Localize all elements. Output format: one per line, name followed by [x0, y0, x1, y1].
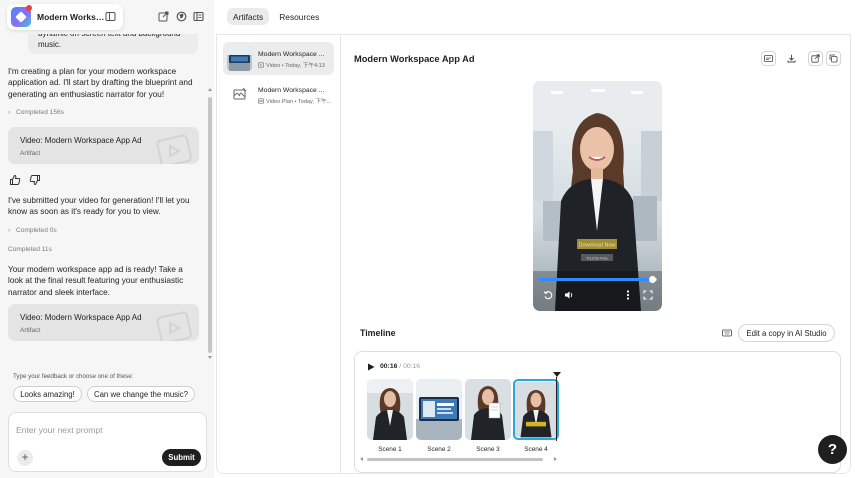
artifact-name: Modern Workspace ...	[258, 87, 325, 94]
keyboard-shortcuts-icon[interactable]	[720, 326, 734, 340]
scroll-up-arrow[interactable]	[208, 88, 212, 91]
help-button[interactable]: ?	[818, 435, 847, 464]
artifact-card-subtitle: Artifact	[20, 150, 41, 157]
scene-label: Scene 4	[524, 446, 548, 453]
artifact-meta: Video • Today, 下午4:13	[258, 61, 332, 69]
globe-icon[interactable]	[176, 11, 187, 22]
artifact-list: Modern Workspace ... Video • Today, 下午4:…	[216, 34, 341, 474]
video-player[interactable]: Download Now Try It for Free	[533, 81, 662, 311]
assistant-message: I'm creating a plan for your modern work…	[8, 67, 193, 99]
tab-resources[interactable]: Resources	[273, 8, 325, 25]
captions-button[interactable]	[761, 51, 776, 66]
scroll-thumb[interactable]	[208, 97, 212, 353]
prompt-input[interactable]	[16, 425, 166, 435]
artifact-item[interactable]: Modern Workspace ... Video Plan • Today,…	[223, 78, 334, 111]
tab-artifacts[interactable]: Artifacts	[227, 8, 270, 25]
volume-icon[interactable]	[564, 290, 574, 300]
viewer-title: Modern Workspace App Ad	[354, 54, 475, 64]
chat-history[interactable]: dynamic on-screen text and background mu…	[0, 34, 207, 358]
download-button[interactable]	[784, 51, 799, 66]
completed-status[interactable]: › Completed 156s	[8, 109, 64, 116]
playhead-line	[556, 377, 557, 441]
replay-icon[interactable]	[543, 290, 553, 300]
video-progress-knob[interactable]	[648, 276, 656, 283]
video-watermark-icon	[156, 134, 192, 164]
thumbs-up-icon[interactable]	[9, 174, 21, 186]
timeline-time: 00:16 / 00:16	[380, 363, 421, 370]
prompt-box: + Submit	[8, 412, 207, 472]
playhead-marker[interactable]	[553, 372, 561, 377]
video-frame: Download Now Try It for Free	[533, 81, 662, 311]
completed-status[interactable]: › Completed 0s	[8, 227, 57, 234]
video-icon	[258, 62, 264, 68]
artifact-card-subtitle: Artifact	[20, 327, 41, 334]
suggestion-chip[interactable]: Can we change the music?	[87, 386, 195, 402]
artifact-card[interactable]: Video: Modern Workspace App Ad Artifact	[8, 304, 199, 341]
artifact-card-title: Video: Modern Workspace App Ad	[20, 313, 142, 322]
layout-panel-icon[interactable]	[193, 11, 204, 22]
chevron-right-icon: ›	[8, 109, 11, 116]
scroll-down-arrow[interactable]	[208, 356, 212, 359]
svg-text:Try It for Free: Try It for Free	[586, 257, 607, 261]
copy-icon	[829, 54, 838, 63]
timeline-scroll-left-arrow[interactable]	[360, 457, 363, 461]
video-progress-bar[interactable]	[538, 276, 657, 283]
artifact-name: Modern Workspace ...	[258, 51, 325, 58]
sidebar-toggle-icon[interactable]	[105, 11, 116, 22]
completed-status: Completed 11s	[8, 246, 52, 253]
app-name: Modern Works…	[37, 12, 105, 22]
video-progress-fill	[538, 278, 653, 281]
open-external-button[interactable]	[808, 51, 823, 66]
svg-text:Download Now: Download Now	[579, 243, 616, 249]
artifact-card-title: Video: Modern Workspace App Ad	[20, 136, 142, 145]
timeline-panel: 00:16 / 00:16 Scene 1 Scene 2 Scene 3 Sc…	[354, 351, 841, 473]
chevron-right-icon: ›	[8, 227, 11, 234]
scene-thumbnail[interactable]	[416, 379, 462, 440]
video-watermark-icon	[156, 311, 192, 341]
artifact-thumbnail	[227, 82, 252, 107]
top-bar: Modern Works…	[0, 0, 214, 34]
video-plan-icon	[258, 98, 264, 104]
timeline-title: Timeline	[360, 328, 396, 338]
artifact-item[interactable]: Modern Workspace ... Video • Today, 下午4:…	[223, 42, 334, 75]
thumbs-down-icon[interactable]	[29, 174, 41, 186]
copy-button[interactable]	[826, 51, 841, 66]
edit-in-ai-studio-button[interactable]: Edit a copy in AI Studio	[738, 324, 835, 342]
assistant-message: I've submitted your video for generation…	[8, 196, 190, 217]
scene-thumbnail[interactable]	[465, 379, 511, 440]
assistant-message: Your modern workspace app ad is ready! T…	[8, 265, 184, 297]
artifact-card[interactable]: Video: Modern Workspace App Ad Artifact	[8, 127, 199, 164]
open-external-icon	[811, 54, 820, 63]
app-logo	[11, 5, 32, 27]
captions-icon	[764, 55, 773, 62]
notification-dot	[26, 5, 32, 11]
open-external-icon[interactable]	[158, 11, 169, 22]
artifact-meta: Video Plan • Today, 下午...	[258, 97, 332, 105]
suggestion-chip[interactable]: Looks amazing!	[13, 386, 82, 402]
artifact-viewer: Modern Workspace App Ad Download Now Try…	[341, 34, 851, 474]
chat-scrollbar[interactable]	[207, 88, 213, 363]
submit-button[interactable]: Submit	[162, 449, 201, 466]
suggestions-label: Type your feedback or choose one of thes…	[13, 373, 134, 380]
download-icon	[787, 54, 796, 63]
artifact-thumbnail	[227, 46, 252, 71]
scene-label: Scene 3	[476, 446, 500, 453]
timeline-scroll-thumb[interactable]	[367, 458, 543, 461]
play-icon[interactable]	[367, 363, 375, 371]
user-message-bubble: dynamic on-screen text and background mu…	[28, 34, 198, 54]
scene-label: Scene 2	[427, 446, 451, 453]
tab-bar: Artifacts Resources	[227, 8, 325, 25]
fullscreen-icon[interactable]	[643, 290, 653, 300]
main-area: Artifacts Resources Modern Workspace ...…	[214, 0, 855, 478]
scene-thumbnail-selected[interactable]	[513, 379, 559, 440]
chat-panel: dynamic on-screen text and background mu…	[0, 0, 214, 478]
timeline-scroll-right-arrow[interactable]	[554, 457, 557, 461]
add-attachment-button[interactable]: +	[17, 450, 33, 466]
scene-label: Scene 1	[378, 446, 402, 453]
viewer-actions	[759, 51, 841, 67]
more-options-icon[interactable]	[623, 290, 633, 300]
scene-thumbnail[interactable]	[367, 379, 413, 440]
